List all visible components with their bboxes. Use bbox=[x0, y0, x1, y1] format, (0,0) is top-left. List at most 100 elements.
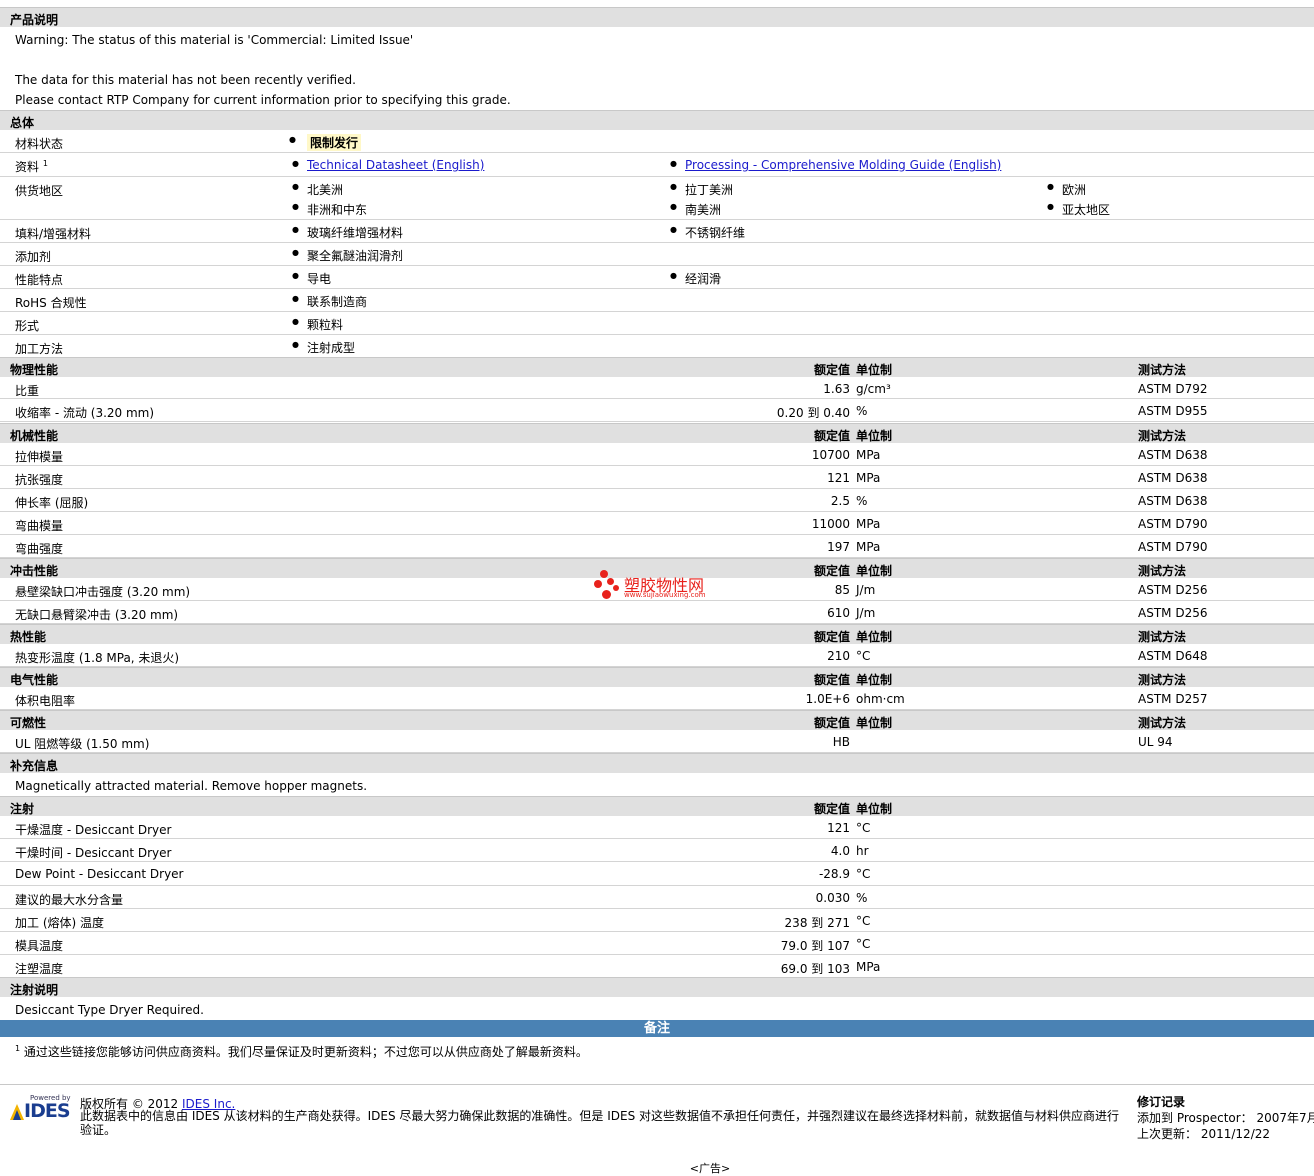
technical-datasheet-link[interactable]: Technical Datasheet (English) bbox=[307, 158, 484, 172]
property-unit: J/m bbox=[856, 583, 876, 597]
property-value: -28.9 bbox=[818, 867, 850, 881]
property-value: 121 bbox=[827, 471, 850, 485]
row-label: 填料/增强材料 bbox=[15, 227, 92, 241]
section-header-description: 产品说明 bbox=[0, 7, 1314, 27]
row-material-status: 材料状态 限制发行 bbox=[0, 130, 1314, 153]
rohs-item: 联系制造商 bbox=[292, 293, 367, 310]
col-unit: 单位制 bbox=[856, 363, 893, 377]
region-item: 亚太地区 bbox=[1047, 201, 1110, 218]
row-filler: 填料/增强材料 玻璃纤维增强材料 不锈钢纤维 bbox=[0, 220, 1314, 243]
row-label: RoHS 合规性 bbox=[15, 296, 87, 310]
feature-item: 经润滑 bbox=[670, 270, 721, 287]
revision-updated: 上次更新： 2011/12/22 bbox=[1137, 1127, 1271, 1141]
col-unit: 单位制 bbox=[856, 716, 893, 730]
injection-row: 加工 (熔体) 温度 238 到 271 °C bbox=[0, 909, 1314, 932]
section-header-physical: 物理性能 额定值 单位制 测试方法 bbox=[0, 357, 1314, 377]
row-resources: 资料 1 Technical Datasheet (English) Proce… bbox=[0, 153, 1314, 177]
ides-logo-text: IDES bbox=[24, 1100, 71, 1122]
property-value: 121 bbox=[827, 821, 850, 835]
verification-text: The data for this material has not been … bbox=[15, 73, 356, 87]
injection-notes-text: Desiccant Type Dryer Required. bbox=[15, 1003, 204, 1017]
property-unit: °C bbox=[856, 649, 871, 663]
property-unit: °C bbox=[856, 937, 871, 951]
section-title: 产品说明 bbox=[10, 13, 59, 27]
status-badge: 限制发行 bbox=[289, 134, 362, 151]
property-unit: °C bbox=[856, 821, 871, 835]
property-label: 热变形温度 (1.8 MPa, 未退火) bbox=[15, 651, 180, 665]
property-value: 4.0 bbox=[830, 844, 850, 858]
col-unit: 单位制 bbox=[856, 802, 893, 816]
row-label: 加工方法 bbox=[15, 342, 64, 356]
row-features: 性能特点 导电 经润滑 bbox=[0, 266, 1314, 289]
property-label: 弯曲强度 bbox=[15, 542, 64, 556]
col-nominal: 额定值 bbox=[813, 802, 850, 816]
injection-row: 干燥温度 - Desiccant Dryer 121 °C bbox=[0, 816, 1314, 839]
property-test-method: ASTM D256 bbox=[1138, 583, 1208, 597]
property-test-method: ASTM D638 bbox=[1138, 494, 1208, 508]
property-row: 热变形温度 (1.8 MPa, 未退火) 210 °C ASTM D648 bbox=[0, 644, 1314, 667]
property-test-method: ASTM D790 bbox=[1138, 540, 1208, 554]
resource-link-item: Technical Datasheet (English) bbox=[292, 158, 484, 172]
property-unit: hr bbox=[856, 844, 869, 858]
feature-item: 导电 bbox=[292, 270, 331, 287]
property-test-method: ASTM D792 bbox=[1138, 382, 1208, 396]
resource-link-item: Processing - Comprehensive Molding Guide… bbox=[670, 158, 1001, 172]
section-header-injection: 注射 额定值 单位制 bbox=[0, 796, 1314, 816]
row-method: 加工方法 注射成型 bbox=[0, 335, 1314, 357]
property-label: 注塑温度 bbox=[15, 962, 64, 976]
region-item: 拉丁美洲 bbox=[670, 181, 733, 198]
property-value: 1.0E+6 bbox=[805, 692, 850, 706]
processing-guide-link[interactable]: Processing - Comprehensive Molding Guide… bbox=[685, 158, 1001, 172]
property-value: 11000 bbox=[811, 517, 850, 531]
row-label: 形式 bbox=[15, 319, 40, 333]
property-value: 210 bbox=[827, 649, 850, 663]
notes-header: 备注 bbox=[0, 1020, 1314, 1037]
section-title: 机械性能 bbox=[10, 429, 59, 443]
watermark-dot bbox=[613, 585, 619, 591]
section-title: 冲击性能 bbox=[10, 564, 59, 578]
section-header-thermal: 热性能 额定值 单位制 测试方法 bbox=[0, 624, 1314, 644]
section-title: 电气性能 bbox=[10, 673, 59, 687]
ides-logo: Powered by IDES bbox=[8, 1094, 72, 1124]
property-value: 2.5 bbox=[830, 494, 850, 508]
property-unit: J/m bbox=[856, 606, 876, 620]
region-item: 北美洲 bbox=[292, 181, 343, 198]
row-label: 添加剂 bbox=[15, 250, 52, 264]
col-nominal: 额定值 bbox=[813, 429, 850, 443]
section-header-electrical: 电气性能 额定值 单位制 测试方法 bbox=[0, 667, 1314, 687]
supplement-text: Magnetically attracted material. Remove … bbox=[15, 779, 368, 793]
property-test-method: UL 94 bbox=[1138, 735, 1173, 749]
form-item: 颗粒料 bbox=[292, 316, 343, 333]
property-row: 弯曲模量 11000 MPa ASTM D790 bbox=[0, 512, 1314, 535]
filler-item: 玻璃纤维增强材料 bbox=[292, 224, 403, 241]
property-label: 模具温度 bbox=[15, 939, 64, 953]
property-label: 干燥时间 - Desiccant Dryer bbox=[15, 846, 172, 860]
row-label: 性能特点 bbox=[15, 273, 64, 287]
col-nominal: 额定值 bbox=[813, 630, 850, 644]
property-unit: °C bbox=[856, 914, 871, 928]
col-nominal: 额定值 bbox=[813, 564, 850, 578]
section-title: 注射说明 bbox=[10, 983, 59, 997]
region-item: 欧洲 bbox=[1047, 181, 1086, 198]
revision-title: 修订记录 bbox=[1137, 1095, 1186, 1109]
property-unit: MPa bbox=[856, 960, 881, 974]
property-unit: °C bbox=[856, 867, 871, 881]
section-header-mechanical: 机械性能 额定值 单位制 测试方法 bbox=[0, 423, 1314, 443]
section-header-flammability: 可燃性 额定值 单位制 测试方法 bbox=[0, 710, 1314, 730]
injection-row: Dew Point - Desiccant Dryer -28.9 °C bbox=[0, 862, 1314, 886]
section-title: 热性能 bbox=[10, 630, 47, 644]
property-value: 69.0 到 103 bbox=[780, 962, 850, 976]
property-unit: % bbox=[856, 494, 868, 508]
property-row: 收缩率 - 流动 (3.20 mm) 0.20 到 0.40% ASTM D955 bbox=[0, 399, 1314, 422]
additive-item: 聚全氟醚油润滑剂 bbox=[292, 247, 403, 264]
property-row: 伸长率 (屈服) 2.5% ASTM D638 bbox=[0, 489, 1314, 512]
property-value: 197 bbox=[827, 540, 850, 554]
col-test: 测试方法 bbox=[1138, 630, 1187, 644]
property-label: 收缩率 - 流动 (3.20 mm) bbox=[15, 406, 155, 420]
injection-row: 模具温度 79.0 到 107 °C bbox=[0, 932, 1314, 955]
property-row: 比重 1.63 g/cm³ ASTM D792 bbox=[0, 377, 1314, 399]
section-title: 物理性能 bbox=[10, 363, 59, 377]
property-row: 抗张强度 121 MPa ASTM D638 bbox=[0, 466, 1314, 489]
property-row: 弯曲强度 197 MPa ASTM D790 bbox=[0, 535, 1314, 558]
section-title: 注射 bbox=[10, 802, 35, 816]
